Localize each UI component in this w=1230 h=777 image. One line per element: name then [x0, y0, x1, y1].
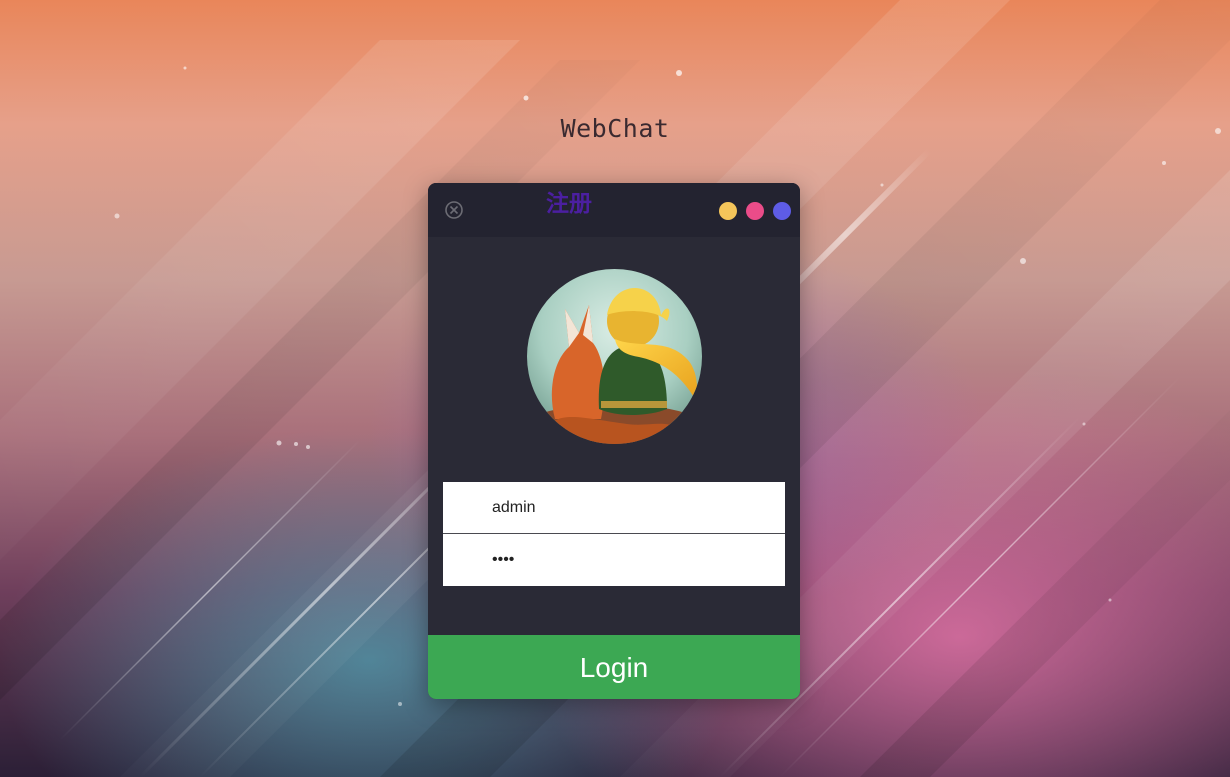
- little-prince-avatar-image: [527, 269, 702, 444]
- password-input[interactable]: [443, 534, 785, 586]
- login-button[interactable]: Login: [428, 635, 800, 699]
- card-header: 注册: [428, 183, 800, 237]
- purple-dot[interactable]: [773, 202, 791, 220]
- close-circle-icon[interactable]: [445, 201, 463, 219]
- username-field[interactable]: [443, 482, 785, 534]
- login-card: 注册 admin Login: [428, 183, 800, 699]
- avatar: [527, 269, 702, 444]
- register-link[interactable]: 注册: [546, 189, 592, 219]
- yellow-dot[interactable]: [719, 202, 737, 220]
- pink-dot[interactable]: [746, 202, 764, 220]
- app-title: WebChat: [560, 114, 670, 143]
- password-field[interactable]: [443, 534, 785, 586]
- username-input[interactable]: [443, 482, 785, 533]
